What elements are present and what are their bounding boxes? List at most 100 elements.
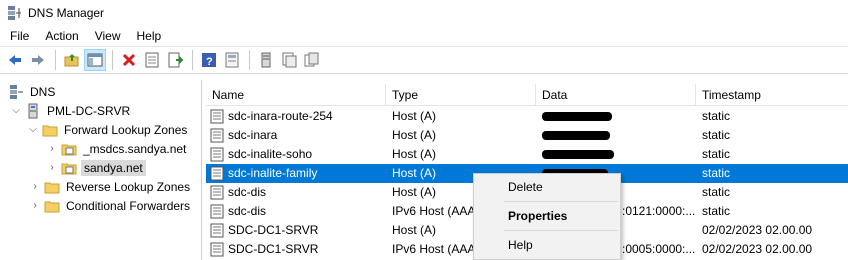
record-type: Host (A) [392, 147, 437, 161]
server-button[interactable] [255, 49, 277, 71]
record-timestamp: static [702, 128, 731, 142]
redacted-data [542, 131, 610, 140]
delete-button[interactable] [118, 49, 140, 71]
host-record-icon [210, 147, 224, 162]
record-timestamp: static [702, 185, 731, 199]
properties-icon [145, 52, 159, 68]
menu-file[interactable]: File [0, 26, 37, 46]
tree-item-forward-lookup-zones[interactable]: ⌵ Forward Lookup Zones [27, 120, 189, 139]
zone-icon [61, 163, 77, 174]
context-menu-delete[interactable]: Delete [474, 176, 620, 198]
dns-manager-app-icon [8, 6, 21, 20]
records-button[interactable] [278, 49, 300, 71]
table-row[interactable]: sdc-inara Host (A) static [206, 126, 848, 145]
record-type: IPv6 Host (AAA [392, 242, 476, 256]
tree-label: Reverse Lookup Zones [66, 179, 191, 194]
tree-item-server[interactable]: ⌵ PML-DC-SRVR [10, 101, 132, 120]
records-icon [282, 52, 297, 68]
column-header-row: Name Type Data Timestamp [206, 84, 848, 106]
menu-view[interactable]: View [87, 26, 129, 46]
record-type: Host (A) [392, 109, 437, 123]
export-list-button[interactable] [164, 49, 186, 71]
context-menu: Delete Properties Help [473, 173, 621, 260]
host-record-icon [210, 223, 224, 238]
redacted-data [542, 150, 614, 159]
column-header-timestamp[interactable]: Timestamp [696, 84, 848, 106]
record-data: :0121:0000:... [622, 204, 696, 218]
tree-label: _msdcs.sandya.net [83, 141, 187, 156]
host-record-icon [210, 109, 224, 124]
host-record-icon [210, 166, 224, 181]
record-timestamp: static [702, 109, 731, 123]
tree-item-reverse-lookup-zones[interactable]: › Reverse Lookup Zones [29, 177, 192, 196]
console-button[interactable] [221, 49, 243, 71]
toolbar-separator [55, 50, 56, 70]
record-name: sdc-dis [228, 185, 267, 199]
record-data [622, 221, 698, 240]
records2-button[interactable] [301, 49, 323, 71]
server-icon [28, 103, 38, 118]
folder-icon [44, 201, 60, 212]
records-copy-icon [304, 52, 319, 67]
table-row[interactable]: sdc-inalite-soho Host (A) static [206, 145, 848, 164]
table-row[interactable]: sdc-inara-route-254 Host (A) static [206, 107, 848, 126]
export-list-icon [168, 52, 183, 68]
menu-bar: File Action View Help [0, 26, 848, 46]
chevron-right-icon[interactable]: › [29, 181, 41, 193]
tree-item-sandya-zone[interactable]: › sandya.net [46, 158, 146, 177]
host-record-icon [210, 242, 224, 257]
record-data: :0005:0000:... [622, 242, 696, 256]
redacted-data [542, 112, 612, 121]
help-icon: ? [202, 53, 216, 68]
forward-button[interactable] [27, 49, 49, 71]
tree-label: sandya.net [81, 159, 146, 176]
delete-icon [122, 53, 136, 67]
record-name: sdc-dis [228, 204, 267, 218]
record-name: sdc-inara-route-254 [228, 109, 333, 123]
chevron-down-icon[interactable]: ⌵ [10, 105, 22, 117]
context-menu-properties[interactable]: Properties [474, 205, 620, 227]
record-name: sdc-inalite-family [228, 166, 318, 180]
menu-help[interactable]: Help [129, 26, 170, 46]
host-record-icon [210, 204, 224, 219]
back-icon [9, 55, 21, 65]
column-header-data[interactable]: Data [536, 84, 696, 106]
help-button[interactable]: ? [198, 49, 220, 71]
properties-button[interactable] [141, 49, 163, 71]
back-button[interactable] [4, 49, 26, 71]
server-icon [261, 52, 271, 68]
forward-icon [32, 55, 44, 65]
record-type: Host (A) [392, 223, 437, 237]
chevron-right-icon[interactable]: › [29, 200, 41, 212]
tree-label: PML-DC-SRVR [47, 103, 131, 118]
record-name: sdc-inara [228, 128, 278, 142]
tree-label: Conditional Forwarders [66, 198, 191, 213]
up-one-level-button[interactable] [61, 49, 83, 71]
menu-action[interactable]: Action [37, 26, 86, 46]
column-header-name[interactable]: Name [206, 84, 386, 106]
context-menu-separator [504, 230, 618, 231]
record-timestamp: static [702, 204, 731, 218]
tree-label: DNS [30, 84, 56, 99]
context-menu-help[interactable]: Help [474, 234, 620, 256]
host-record-icon [210, 128, 224, 143]
column-header-type[interactable]: Type [386, 84, 536, 106]
show-hide-tree-icon [87, 53, 103, 67]
tree-item-msdcs-zone[interactable]: › _msdcs.sandya.net [46, 139, 188, 158]
chevron-right-icon[interactable]: › [46, 143, 58, 155]
record-timestamp: 02/02/2023 02.00.00 [702, 223, 813, 237]
toolbar-separator [192, 50, 193, 70]
folder-icon [44, 182, 60, 193]
host-record-icon [210, 185, 224, 200]
tree-item-dns[interactable]: DNS [8, 82, 57, 101]
tree-label: Forward Lookup Zones [64, 122, 188, 137]
toolbar-separator [112, 50, 113, 70]
chevron-right-icon[interactable]: › [46, 162, 58, 174]
show-hide-console-tree-button[interactable] [84, 49, 106, 71]
tree-item-conditional-forwarders[interactable]: › Conditional Forwarders [29, 196, 192, 215]
record-name: SDC-DC1-SRVR [228, 223, 319, 237]
context-menu-separator [504, 201, 618, 202]
record-timestamp: static [702, 166, 731, 180]
chevron-down-icon[interactable]: ⌵ [27, 124, 39, 136]
record-data [622, 183, 698, 202]
